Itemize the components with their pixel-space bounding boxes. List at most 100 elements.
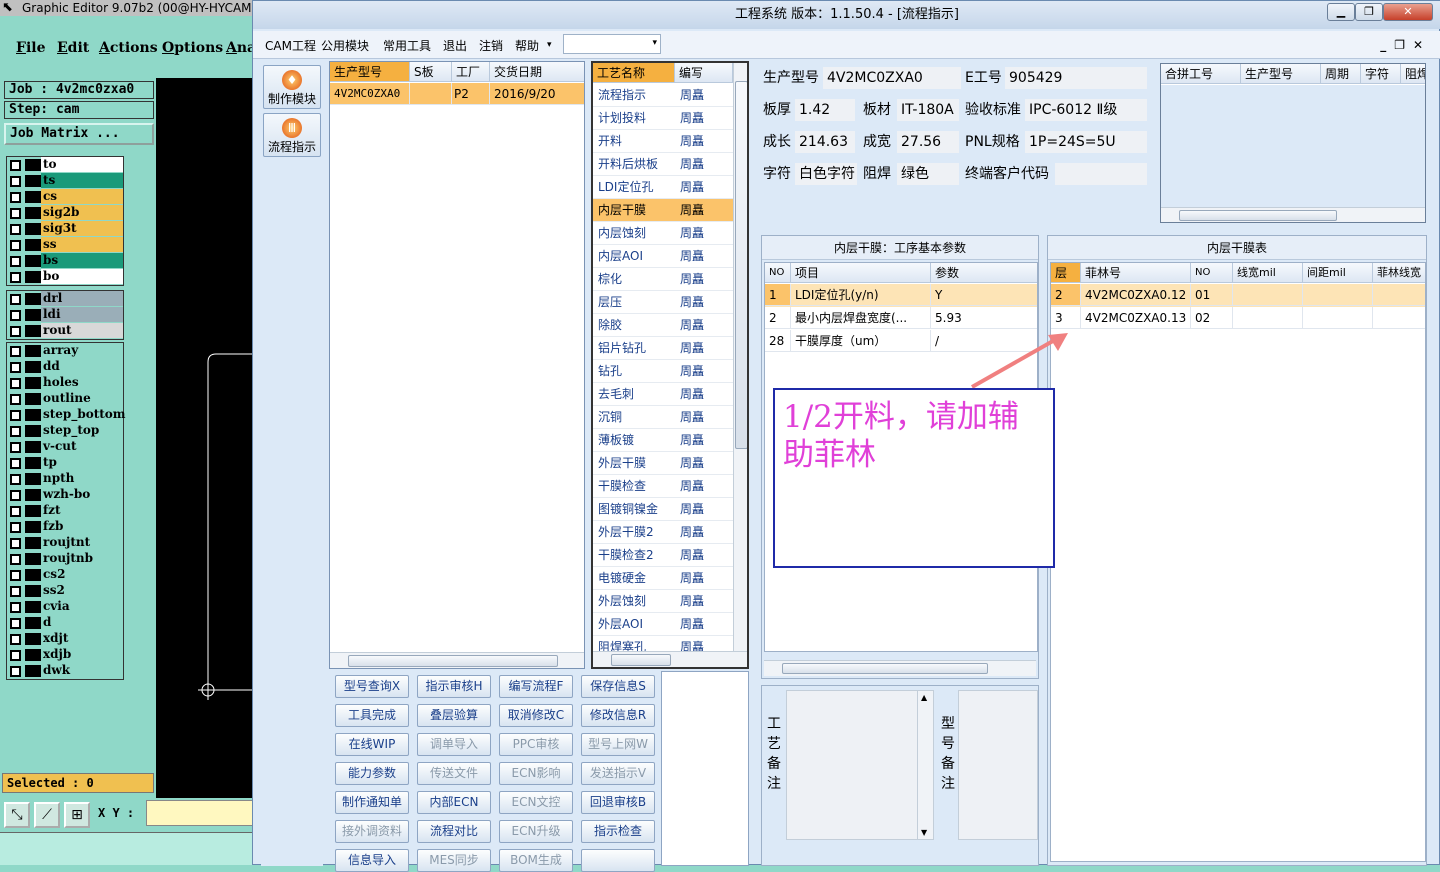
layer-name[interactable]: fzt: [41, 503, 123, 518]
merge-header-1[interactable]: 生产型号: [1241, 64, 1321, 84]
layer-row[interactable]: sig2b: [7, 205, 123, 221]
layer-name[interactable]: cs2: [41, 567, 123, 582]
ge-menu-options[interactable]: Options: [162, 40, 223, 56]
menu-combobox[interactable]: ▾: [563, 34, 661, 54]
layer-name[interactable]: holes: [41, 375, 123, 390]
xy-input[interactable]: [146, 800, 256, 826]
length-value[interactable]: 214.63: [795, 131, 855, 153]
scroll-thumb[interactable]: [1179, 210, 1337, 221]
layer-name[interactable]: v-cut: [41, 439, 123, 454]
layer-checkbox[interactable]: [10, 538, 21, 549]
list-item[interactable]: 棕化 周矗: [593, 268, 733, 291]
list-item[interactable]: 外层干膜2 周矗: [593, 521, 733, 544]
function-button[interactable]: 调单导入: [417, 733, 491, 756]
merge-hscroll[interactable]: [1161, 207, 1425, 222]
function-button[interactable]: 能力参数: [335, 762, 409, 785]
e-number-value[interactable]: 905429: [1005, 67, 1147, 89]
model-header-model[interactable]: 生产型号: [330, 62, 410, 82]
model-header-s[interactable]: S板: [410, 62, 452, 82]
function-button[interactable]: 叠层验算: [417, 704, 491, 727]
layer-checkbox[interactable]: [10, 240, 21, 251]
customer-code-value[interactable]: [1055, 163, 1147, 185]
layer-row[interactable]: array: [7, 343, 123, 359]
merge-header-0[interactable]: 合拼工号: [1161, 64, 1241, 84]
function-button[interactable]: [581, 849, 655, 872]
function-button[interactable]: ECN影响: [499, 762, 573, 785]
layer-checkbox[interactable]: [10, 522, 21, 533]
layer-checkbox[interactable]: [10, 224, 21, 235]
list-item[interactable]: 外层AOI 周矗: [593, 613, 733, 636]
param-header-no[interactable]: NO: [765, 263, 791, 283]
layer-row[interactable]: cs: [7, 189, 123, 205]
material-value[interactable]: IT-180A: [897, 99, 959, 121]
layer-row[interactable]: drl: [7, 291, 123, 307]
layer-name[interactable]: ldi: [41, 307, 123, 322]
scroll-thumb[interactable]: [611, 654, 671, 666]
list-item[interactable]: 外层干膜 周矗: [593, 452, 733, 475]
layer-name[interactable]: d: [41, 615, 123, 630]
layer-row[interactable]: roujtnt: [7, 535, 123, 551]
model-hscroll[interactable]: [330, 652, 584, 668]
list-item[interactable]: 干膜检查 周矗: [593, 475, 733, 498]
layer-name[interactable]: cvia: [41, 599, 123, 614]
layer-checkbox[interactable]: [10, 160, 21, 171]
arrow-down-icon[interactable]: ▼: [921, 828, 927, 837]
merge-header-4[interactable]: 阻焊: [1401, 64, 1425, 84]
table-row[interactable]: 2 4V2MC0ZXA0.12 01: [1051, 284, 1425, 307]
layer-name[interactable]: step_bottom: [41, 407, 126, 422]
function-button[interactable]: 指示检查: [581, 820, 655, 843]
layer-checkbox[interactable]: [10, 490, 21, 501]
layer-row[interactable]: xdjb: [7, 647, 123, 663]
minimize-icon[interactable]: ▁: [1327, 3, 1355, 21]
layer-checkbox[interactable]: [10, 176, 21, 187]
layer-checkbox[interactable]: [10, 208, 21, 219]
layer-checkbox[interactable]: [10, 474, 21, 485]
function-button[interactable]: 制作通知单: [335, 791, 409, 814]
list-item[interactable]: 钻孔 周矗: [593, 360, 733, 383]
layer-row[interactable]: npth: [7, 471, 123, 487]
layer-checkbox[interactable]: [10, 362, 21, 373]
layer-name[interactable]: xdjb: [41, 647, 123, 662]
function-button[interactable]: 内部ECN: [417, 791, 491, 814]
layer-name[interactable]: step_top: [41, 423, 123, 438]
layer-checkbox[interactable]: [10, 378, 21, 389]
param-hscroll[interactable]: [764, 660, 1036, 676]
process-remark-textarea[interactable]: ▲ ▼: [786, 690, 934, 840]
layer-checkbox[interactable]: [10, 272, 21, 283]
mdi-window-controls[interactable]: _❐✕: [1380, 38, 1431, 52]
silkscreen-value[interactable]: 白色字符: [795, 163, 857, 185]
function-button[interactable]: 修改信息R: [581, 704, 655, 727]
zoom-box-icon[interactable]: ⤡: [4, 802, 30, 828]
layer-row[interactable]: outline: [7, 391, 123, 407]
list-item[interactable]: 除胶 周矗: [593, 314, 733, 337]
layer-row[interactable]: ss2: [7, 583, 123, 599]
layer-checkbox[interactable]: [10, 618, 21, 629]
remark-vscroll[interactable]: ▲ ▼: [917, 691, 933, 839]
layer-name[interactable]: ts: [41, 173, 123, 188]
menu-cam-project[interactable]: CAM工程: [265, 37, 316, 54]
layer-row[interactable]: dwk: [7, 663, 123, 679]
layer-checkbox[interactable]: [10, 294, 21, 305]
function-button[interactable]: 在线WIP: [335, 733, 409, 756]
table-row[interactable]: 1 LDI定位孔(y/n) Y: [765, 284, 1037, 307]
layer-row[interactable]: bo: [7, 269, 123, 285]
process-header-writer[interactable]: 编写: [675, 63, 733, 83]
layer-name[interactable]: drl: [41, 291, 123, 306]
table-row[interactable]: 3 4V2MC0ZXA0.13 02: [1051, 307, 1425, 330]
list-item[interactable]: 开料后烘板 周矗: [593, 153, 733, 176]
merge-header-2[interactable]: 周期: [1321, 64, 1361, 84]
layer-name[interactable]: dwk: [41, 663, 123, 678]
function-button[interactable]: 指示审核H: [417, 675, 491, 698]
layer-name[interactable]: dd: [41, 359, 123, 374]
list-item[interactable]: 层压 周矗: [593, 291, 733, 314]
function-button[interactable]: 发送指示V: [581, 762, 655, 785]
layer-row[interactable]: xdjt: [7, 631, 123, 647]
layer-checkbox[interactable]: [10, 650, 21, 661]
function-button[interactable]: BOM生成: [499, 849, 573, 872]
list-item[interactable]: 薄板镀 周矗: [593, 429, 733, 452]
function-button[interactable]: MES同步: [417, 849, 491, 872]
ge-menu-edit[interactable]: Edit: [57, 40, 89, 56]
layer-row[interactable]: sig3t: [7, 221, 123, 237]
film-header-spacing[interactable]: 间距mil: [1303, 263, 1373, 283]
layer-name[interactable]: fzb: [41, 519, 123, 534]
